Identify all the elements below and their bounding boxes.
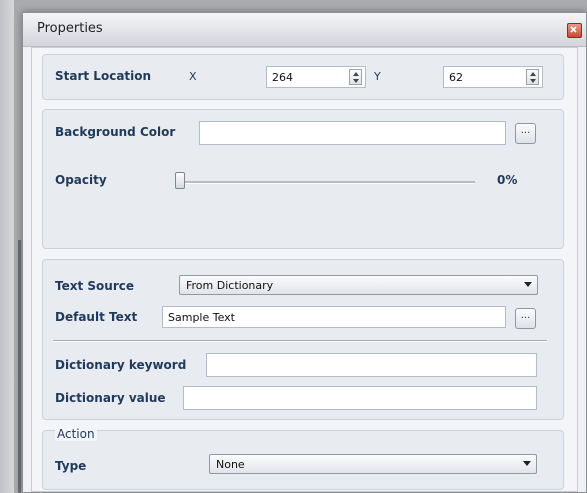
opacity-value: 0%: [497, 173, 518, 187]
spin-down-icon: [530, 79, 536, 83]
text-source-label: Text Source: [55, 279, 134, 293]
spin-down-icon: [353, 79, 359, 83]
dictionary-keyword-input[interactable]: [206, 353, 537, 377]
dictionary-keyword-label: Dictionary keyword: [55, 358, 187, 372]
chevron-down-icon: [524, 282, 532, 287]
spin-up-icon: [353, 72, 359, 76]
action-type-label: Type: [55, 459, 87, 473]
default-text-input[interactable]: Sample Text: [162, 306, 506, 328]
default-text-label: Default Text: [55, 310, 138, 324]
background-color-field[interactable]: [199, 121, 506, 145]
title-bar[interactable]: Properties: [23, 13, 586, 47]
chevron-down-icon: [523, 461, 531, 466]
action-group-label: Action: [55, 427, 97, 441]
background-color-label: Background Color: [55, 125, 176, 139]
action-type-dropdown[interactable]: None: [209, 454, 537, 474]
action-type-value: None: [216, 458, 245, 471]
opacity-slider-thumb[interactable]: [175, 172, 185, 189]
x-stepper[interactable]: [349, 69, 362, 85]
close-icon: [570, 26, 577, 33]
background-color-picker-button[interactable]: ...: [515, 123, 536, 144]
window-title: Properties: [37, 21, 103, 36]
start-location-label: Start Location: [55, 69, 152, 83]
default-text-picker-button[interactable]: ...: [515, 308, 536, 329]
y-stepper[interactable]: [526, 69, 539, 85]
opacity-slider-track[interactable]: [175, 181, 475, 184]
background-panel: [0, 0, 14, 493]
dictionary-value-label: Dictionary value: [55, 391, 166, 405]
opacity-label: Opacity: [55, 173, 107, 187]
text-group: Text Source From Dictionary Default Text…: [42, 259, 564, 420]
background-divider: [18, 240, 21, 493]
dictionary-value-input[interactable]: [183, 386, 537, 410]
y-label: Y: [374, 70, 381, 83]
appearance-group: Background Color ... Opacity 0%: [42, 109, 564, 249]
x-label: X: [189, 70, 197, 83]
spin-up-icon: [530, 72, 536, 76]
text-source-value: From Dictionary: [186, 279, 274, 292]
properties-window: Properties Start Location X 264 Y 62 Bac…: [22, 12, 587, 493]
section-divider: [53, 340, 547, 342]
action-group: Action Type None: [42, 427, 564, 490]
start-location-group: Start Location X 264 Y 62: [42, 54, 564, 100]
text-source-dropdown[interactable]: From Dictionary: [179, 275, 538, 295]
close-button[interactable]: [567, 23, 582, 38]
